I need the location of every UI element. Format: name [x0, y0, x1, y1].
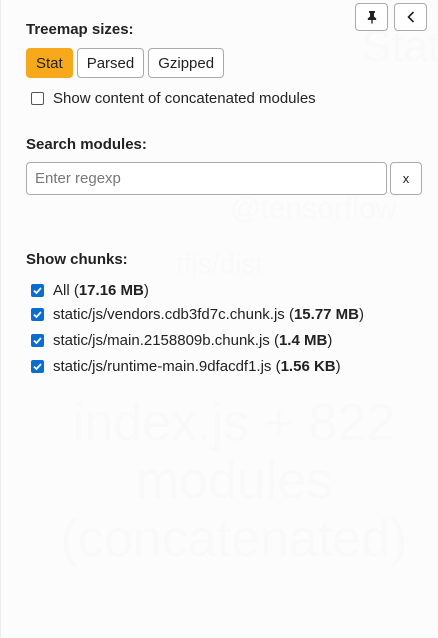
- sidebar: Treemap sizes: Stat Parsed Gzipped Show …: [0, 0, 438, 638]
- chevron-left-icon: [406, 11, 414, 23]
- parsed-button[interactable]: Parsed: [76, 48, 145, 78]
- pin-icon: [367, 11, 376, 24]
- chunk-name: static/js/main.2158809b.chunk.js: [53, 332, 270, 349]
- check-icon: [33, 337, 42, 345]
- chunk-item[interactable]: static/js/vendors.cdb3fd7c.chunk.js (15.…: [31, 306, 364, 323]
- concat-modules-label: Show content of concatenated modules: [53, 90, 316, 107]
- chunk-item[interactable]: All (17.16 MB): [31, 282, 149, 299]
- chunk-checkbox[interactable]: [31, 284, 44, 297]
- search-modules-title: Search modules:: [26, 136, 147, 153]
- show-chunks-title: Show chunks:: [26, 251, 128, 268]
- chunk-size: 1.4 MB: [278, 332, 328, 349]
- sidebar-toolbar: [355, 3, 427, 31]
- search-input[interactable]: Enter regexp: [26, 162, 387, 195]
- concat-modules-option[interactable]: Show content of concatenated modules: [31, 90, 316, 107]
- chunk-checkbox[interactable]: [31, 308, 44, 321]
- check-icon: [33, 363, 42, 371]
- chunk-checkbox[interactable]: [31, 334, 44, 347]
- clear-search-button[interactable]: x: [390, 162, 422, 195]
- gzipped-button[interactable]: Gzipped: [148, 48, 225, 78]
- check-icon: [33, 287, 42, 295]
- stat-button[interactable]: Stat: [26, 48, 73, 78]
- chunk-label: static/js/runtime-main.9dfacdf1.js (1.56…: [53, 358, 341, 375]
- chunk-size: 15.77 MB: [293, 306, 360, 323]
- chunk-size: 1.56 KB: [280, 358, 336, 375]
- chunk-name: All: [53, 282, 70, 299]
- chunk-item[interactable]: static/js/main.2158809b.chunk.js (1.4 MB…: [31, 332, 332, 349]
- chunk-name: static/js/vendors.cdb3fd7c.chunk.js: [53, 306, 285, 323]
- pin-button[interactable]: [355, 3, 388, 31]
- chunk-size: 17.16 MB: [78, 282, 144, 299]
- check-icon: [33, 311, 42, 319]
- chunk-label: static/js/vendors.cdb3fd7c.chunk.js (15.…: [53, 306, 365, 323]
- chunk-name: static/js/runtime-main.9dfacdf1.js: [53, 358, 272, 375]
- treemap-sizes-title: Treemap sizes:: [26, 21, 134, 38]
- chunk-checkbox[interactable]: [31, 360, 44, 373]
- size-switcher: Stat Parsed Gzipped: [26, 48, 225, 78]
- concat-modules-checkbox[interactable]: [31, 92, 44, 105]
- collapse-button[interactable]: [394, 3, 427, 31]
- chunk-label: All (17.16 MB): [53, 282, 149, 299]
- chunk-label: static/js/main.2158809b.chunk.js (1.4 MB…: [53, 332, 333, 349]
- chunk-item[interactable]: static/js/runtime-main.9dfacdf1.js (1.56…: [31, 358, 341, 375]
